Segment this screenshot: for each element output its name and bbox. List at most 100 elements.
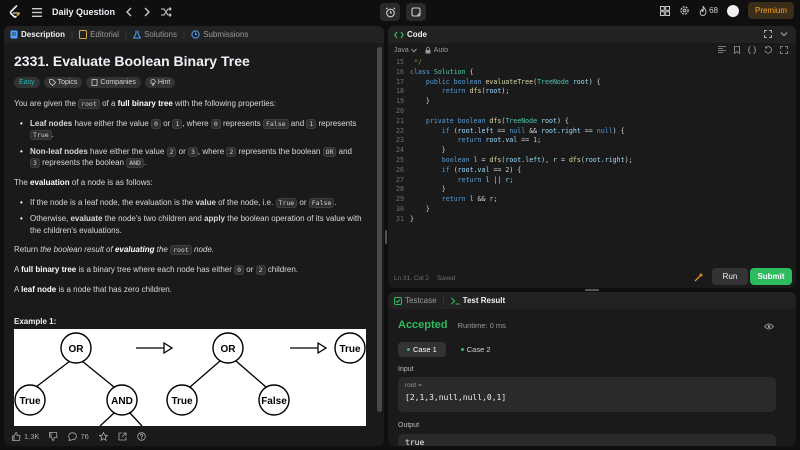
code-line: 24 }: [396, 146, 446, 155]
code-line: 27 return l || r;: [396, 175, 514, 184]
comment-icon: [68, 431, 78, 441]
description-paragraph: You are given the root of a full binary …: [14, 99, 276, 109]
top-bar: Daily Question 68 Premium: [0, 0, 800, 24]
tree-node-label: True: [19, 396, 41, 407]
problem-chips: Easy Topics Companies Hint: [14, 77, 364, 88]
collapse-chevron-icon[interactable]: [780, 30, 788, 38]
chip-label: Companies: [100, 79, 136, 86]
description-scrollbar[interactable]: [376, 43, 384, 426]
debug-sparkle-icon[interactable]: [694, 272, 704, 282]
tab-description[interactable]: Description: [10, 30, 65, 39]
layout-grid-icon[interactable]: [660, 5, 671, 16]
history-icon: [191, 30, 200, 39]
description-footer: 1.3K 76: [4, 426, 384, 446]
bookmark-icon[interactable]: [734, 46, 740, 54]
tab-separator: |: [442, 296, 445, 305]
run-button[interactable]: Run: [712, 268, 748, 285]
case-2-tab[interactable]: Case 2: [452, 342, 500, 357]
daily-question-link[interactable]: Daily Question: [52, 7, 115, 17]
code-panel: Code Java Auto 15 */ 16 class Solution { …: [388, 26, 796, 288]
output-label: Output: [398, 422, 420, 429]
properties-list: Leaf nodes have either the value 0 or 1,…: [20, 118, 364, 169]
code-line: 29 return l && r;: [396, 195, 498, 204]
topics-chip[interactable]: Topics: [43, 77, 83, 88]
problem-list-icon[interactable]: [32, 7, 42, 17]
input-value: [2,1,3,null,null,0,1]: [405, 393, 507, 402]
tab-label: Description: [21, 30, 66, 39]
submit-button[interactable]: Submit: [750, 268, 792, 285]
case-1-tab[interactable]: Case 1: [398, 342, 446, 357]
share-icon[interactable]: [118, 432, 127, 441]
comment-count: 76: [80, 431, 89, 441]
prev-problem-icon[interactable]: [125, 7, 133, 17]
format-lines-icon[interactable]: [718, 46, 726, 54]
language-select[interactable]: Java: [394, 47, 417, 54]
auto-label: Auto: [433, 46, 449, 54]
favorite-star-icon[interactable]: [98, 431, 108, 441]
code-line: 18 return dfs(root);: [396, 87, 510, 96]
hint-chip[interactable]: Hint: [144, 77, 176, 88]
companies-chip[interactable]: Companies: [86, 77, 141, 88]
problem-title[interactable]: 2331. Evaluate Boolean Binary Tree: [14, 53, 364, 69]
dislike-button[interactable]: [49, 431, 58, 441]
tree-node-label: AND: [111, 396, 133, 407]
verdict-row: Accepted Runtime: 0 ms: [398, 319, 506, 331]
timer-button[interactable]: [380, 3, 400, 21]
tab-submissions[interactable]: Submissions: [191, 30, 248, 39]
difficulty-badge: Easy: [14, 77, 40, 88]
code-line: 20: [396, 106, 404, 115]
example-tree-image: OR True AND OR True False True: [14, 329, 366, 426]
tab-code[interactable]: Code: [394, 30, 427, 39]
user-avatar[interactable]: [726, 4, 739, 17]
code-tabbar: Code: [388, 26, 796, 43]
braces-icon[interactable]: [748, 46, 756, 54]
output-value: true: [405, 438, 425, 446]
premium-button[interactable]: Premium: [747, 2, 794, 19]
evaluation-list: If the node is a leaf node, the evaluati…: [20, 197, 364, 237]
tag-icon: [48, 79, 56, 86]
verdict-status: Accepted: [398, 319, 448, 331]
shuffle-icon[interactable]: [161, 7, 172, 17]
streak-counter[interactable]: 68: [699, 5, 718, 16]
vertical-splitter[interactable]: [385, 230, 387, 244]
tab-label: Code: [407, 30, 427, 39]
description-paragraph: Return the boolean result of evaluating …: [14, 245, 215, 256]
comments-button[interactable]: 76: [68, 431, 89, 441]
cursor-position: Ln 31, Col 2: [394, 275, 430, 282]
tab-label: Editorial: [90, 30, 119, 39]
code-line: 16 class Solution {: [396, 67, 474, 76]
tab-solutions[interactable]: Solutions: [133, 30, 177, 39]
like-button[interactable]: 1.3K: [12, 432, 39, 441]
code-editor[interactable]: 15 */ 16 class Solution { 17 public boole…: [388, 58, 796, 258]
settings-gear-icon[interactable]: [679, 5, 690, 16]
tab-separator: |: [183, 30, 186, 39]
runtime-text: Runtime: 0 ms: [457, 321, 506, 330]
fullscreen-icon[interactable]: [780, 46, 788, 54]
reset-icon[interactable]: [764, 46, 772, 54]
horizontal-splitter[interactable]: [585, 289, 599, 291]
tab-test-result[interactable]: Test Result: [450, 296, 505, 305]
scrollbar-thumb[interactable]: [377, 47, 382, 412]
notes-button[interactable]: [406, 3, 426, 21]
case-selector: Case 1 Case 2: [398, 342, 500, 357]
code-brackets-icon: [394, 31, 404, 39]
tab-testcase[interactable]: Testcase: [394, 296, 437, 305]
example-heading: Example 1:: [14, 317, 57, 327]
auto-complete-toggle[interactable]: Auto: [425, 47, 448, 54]
like-count: 1.3K: [24, 431, 40, 441]
list-item: Leaf nodes have either the value 0 or 1,…: [20, 118, 364, 141]
help-icon[interactable]: [137, 431, 146, 441]
code-line: 17 public boolean evaluateTree(TreeNode …: [396, 77, 601, 86]
view-eye-icon[interactable]: [764, 323, 774, 330]
next-problem-icon[interactable]: [143, 7, 151, 17]
list-item: Non-leaf nodes have either the value 2 o…: [20, 146, 364, 169]
checkbox-icon: [394, 296, 402, 305]
code-line: 25 boolean l = dfs(root.left), r = dfs(r…: [396, 155, 633, 164]
tab-editorial[interactable]: Editorial: [79, 30, 119, 39]
building-icon: [91, 79, 98, 86]
chevron-down-icon: [410, 48, 417, 53]
leetcode-logo-icon[interactable]: [8, 5, 22, 19]
maximize-icon[interactable]: [764, 30, 772, 38]
list-item: If the node is a leaf node, the evaluati…: [20, 197, 364, 209]
lock-icon: [425, 46, 431, 54]
